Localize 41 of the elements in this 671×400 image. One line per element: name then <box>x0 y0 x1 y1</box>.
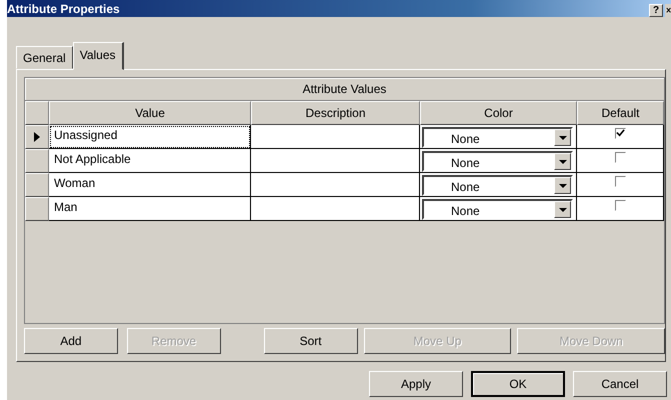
checkbox[interactable] <box>614 152 626 163</box>
table-cell[interactable] <box>251 149 420 173</box>
grid-corner <box>25 101 49 125</box>
close-icon[interactable] <box>665 4 671 17</box>
dropdown-value: None <box>450 179 481 194</box>
table-cell[interactable]: Not Applicable <box>49 149 251 173</box>
checkbox[interactable] <box>614 176 626 187</box>
column-header[interactable]: Default <box>577 101 664 125</box>
table-cell[interactable]: Unassigned <box>49 125 251 149</box>
table-cell[interactable] <box>251 173 420 197</box>
table-cell[interactable]: Woman <box>49 173 251 197</box>
button[interactable]: Sort <box>264 328 358 354</box>
dropdown-value: None <box>450 203 481 218</box>
color-dropdown[interactable]: None <box>422 151 573 172</box>
row-header[interactable] <box>25 173 49 197</box>
tab[interactable]: General <box>16 46 73 69</box>
column-header[interactable]: Description <box>251 101 420 125</box>
table-cell[interactable]: Man <box>49 197 251 221</box>
grid-caption: Attribute Values <box>25 78 664 101</box>
color-dropdown[interactable]: None <box>422 175 573 196</box>
checkbox[interactable] <box>614 200 626 211</box>
row-header[interactable] <box>25 149 49 173</box>
window-title: Attribute Properties <box>7 2 120 17</box>
button[interactable]: OK <box>471 371 565 397</box>
column-header[interactable]: Color <box>420 101 577 125</box>
current-row-icon <box>34 132 40 142</box>
button[interactable]: Cancel <box>573 371 667 397</box>
dropdown-value: None <box>450 131 481 146</box>
button[interactable]: Add <box>24 328 118 354</box>
row-header[interactable] <box>25 125 49 149</box>
tab[interactable]: Values <box>72 42 124 70</box>
dropdown-value: None <box>450 155 481 170</box>
table-cell[interactable] <box>251 197 420 221</box>
row-header[interactable] <box>25 197 49 221</box>
color-dropdown[interactable]: None <box>422 199 573 220</box>
checkbox[interactable] <box>614 128 626 139</box>
column-header[interactable]: Value <box>49 101 251 125</box>
table-cell[interactable] <box>251 125 420 149</box>
color-dropdown[interactable]: None <box>422 127 573 148</box>
help-button[interactable]: ? <box>649 4 663 17</box>
button[interactable]: Apply <box>369 371 463 397</box>
